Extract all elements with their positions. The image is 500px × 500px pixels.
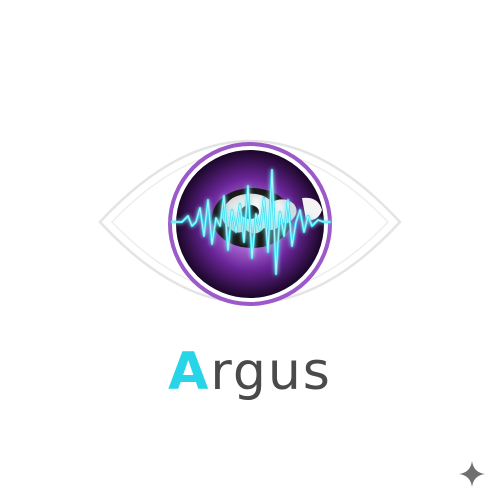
sparkle-icon	[459, 461, 485, 487]
brand-name-rest: rgus	[210, 342, 332, 402]
brand-wordmark: Argus	[0, 340, 500, 404]
brand-initial: A	[168, 342, 211, 402]
eye-waveform-logo-icon	[98, 139, 402, 306]
logo-canvas: Argus	[0, 0, 500, 500]
